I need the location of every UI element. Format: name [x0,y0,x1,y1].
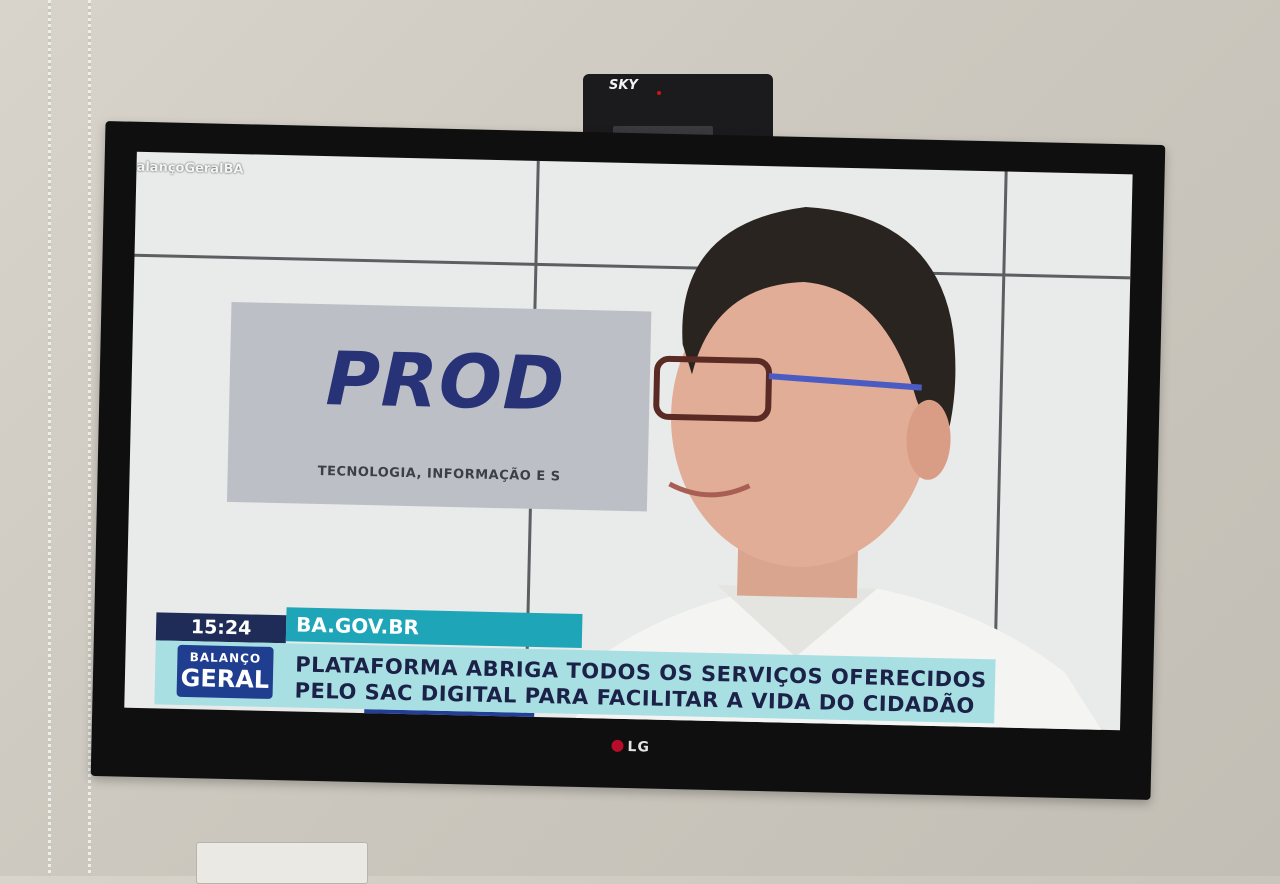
interviewee-photo [574,206,1104,731]
sign-tagline: TECNOLOGIA, INFORMAÇÃO E S [317,463,561,485]
curtain-cord-left [48,0,51,876]
lg-circle-icon [611,739,624,752]
tv-brand-text: LG [627,739,651,756]
show-logo: BALANÇO GERAL [176,644,274,699]
television: PROD TECNOLOGIA, INFORMAÇÃO E S alançoGe… [90,121,1166,800]
source-tag: BA.GOV.BR [285,607,583,648]
show-logo-line2: GERAL [180,663,270,694]
tv-screen: PROD TECNOLOGIA, INFORMAÇÃO E S alançoGe… [124,151,1133,731]
receiver-power-led [657,91,661,95]
channel-watermark: alançoGeralBA [136,159,244,178]
receiver-brand-logo: SKY [609,78,638,93]
wall-outlet-plate [196,842,368,884]
clock-label: 15:24 [155,612,287,644]
sign-logo-text: PROD [324,336,567,428]
show-logo-line1: BALANÇO [189,650,262,666]
tv-brand-logo: LG [611,739,650,756]
headline: PLATAFORMA ABRIGA TODOS OS SERVIÇOS OFER… [294,652,987,720]
